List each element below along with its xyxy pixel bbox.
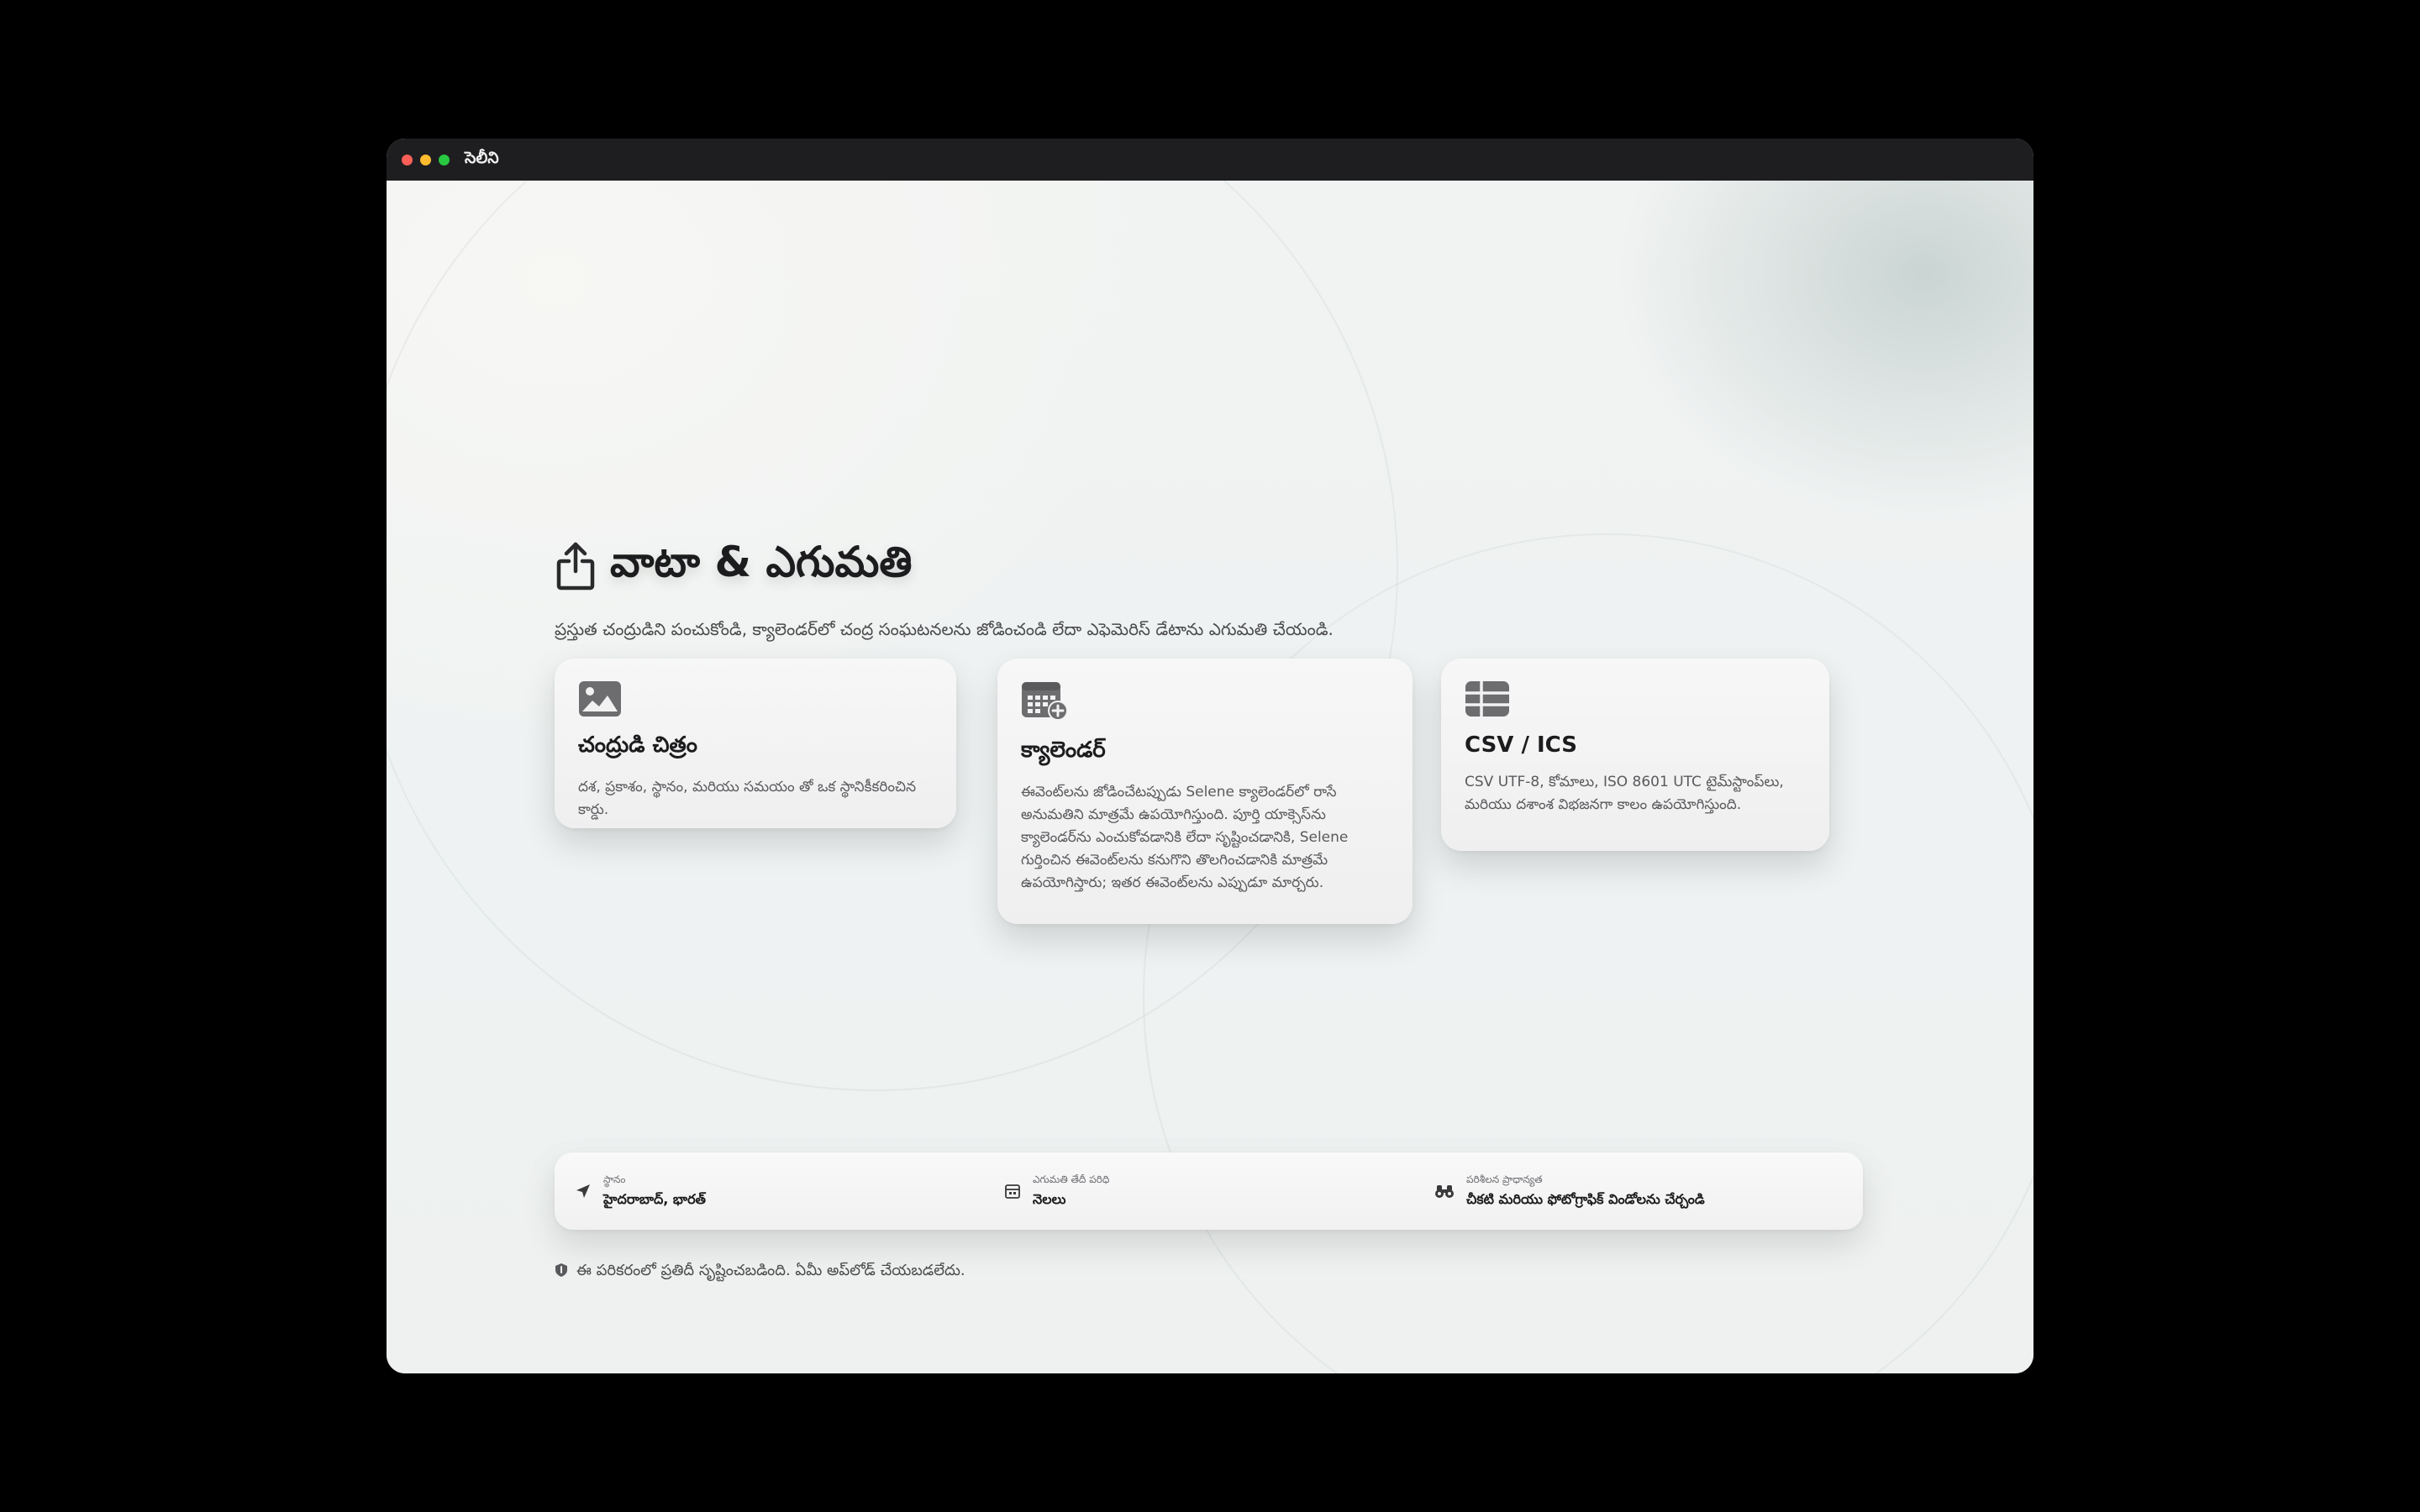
close-window-button[interactable] <box>402 154 413 165</box>
export-range-setting[interactable]: ఎగుమతి తేదీ పరిధి నెలలు <box>1004 1173 1109 1210</box>
calendar-card[interactable]: క్యాలెండర్ ఈవెంట్‌లను జోడించేటప్పుడు Sel… <box>997 659 1413 924</box>
app-window: సెలీని వాటా & ఎగుమతి ప్రస్తుత చంద్రుడిని… <box>387 139 2033 1373</box>
card-description: CSV UTF-8, కోమాలు, ISO 8601 UTC టైమ్‌స్ట… <box>1465 774 1784 813</box>
table-icon <box>1465 681 1510 721</box>
privacy-note: ఈ పరికరంలో ప్రతిదీ సృష్టించబడింది. ఏమీ అ… <box>555 1262 965 1283</box>
export-range-value: నెలలు <box>1033 1191 1066 1207</box>
card-title: చంద్రుడి చిత్రం <box>578 732 697 758</box>
main-content: వాటా & ఎగుమతి ప్రస్తుత చంద్రుడిని పంచుకో… <box>387 181 2033 1373</box>
observing-preference-value: చీకటి మరియు ఫోటోగ్రాఫిక్ విండోలను చేర్చం… <box>1466 1191 1705 1207</box>
title-bar: సెలీని <box>387 139 2033 181</box>
location-value: హైదరాబాద్, భారత్ <box>603 1191 707 1207</box>
window-title: సెలీని <box>465 148 499 167</box>
export-options: చంద్రుడి చిత్రం దశ, ప్రకాశం, స్థానం, మరి… <box>555 659 1865 961</box>
observing-preference-setting[interactable]: పరిశీలన ప్రాధాన్యత చీకటి మరియు ఫోటోగ్రాఫ… <box>1434 1173 1705 1210</box>
calendar-add-icon <box>1021 682 1070 726</box>
card-description: ఈవెంట్‌లను జోడించేటప్పుడు Selene క్యాలెం… <box>1021 784 1349 891</box>
image-icon <box>578 681 622 721</box>
shield-icon <box>555 1263 568 1282</box>
location-setting[interactable]: స్థానం హైదరాబాద్, భారత్ <box>575 1173 706 1210</box>
observing-preference-label: పరిశీలన ప్రాధాన్యత <box>1466 1173 1543 1185</box>
card-description: దశ, ప్రకాశం, స్థానం, మరియు సమయం తో ఒక స్… <box>578 779 917 818</box>
moon-image-card[interactable]: చంద్రుడి చిత్రం దశ, ప్రకాశం, స్థానం, మరి… <box>555 659 956 828</box>
binoculars-icon <box>1434 1183 1455 1203</box>
export-range-label: ఎగుమతి తేదీ పరిధి <box>1033 1173 1110 1185</box>
page-title: వాటా & ఎగుమతి <box>610 538 913 586</box>
location-label: స్థానం <box>603 1173 626 1185</box>
minimize-window-button[interactable] <box>420 154 431 165</box>
export-settings-bar: స్థానం హైదరాబాద్, భారత్ ఎగుమతి తేదీ పరిధ… <box>555 1152 1863 1230</box>
share-icon <box>555 541 597 595</box>
page-subtitle: ప్రస్తుత చంద్రుడిని పంచుకోండి, క్యాలెండర… <box>555 619 1334 639</box>
page-heading: వాటా & ఎగుమతి <box>555 538 1865 597</box>
csv-ics-card[interactable]: CSV / ICS CSV UTF-8, కోమాలు, ISO 8601 UT… <box>1441 659 1829 851</box>
location-arrow-icon <box>575 1183 592 1203</box>
calendar-icon <box>1004 1183 1021 1203</box>
card-title: CSV / ICS <box>1465 732 1577 758</box>
window-controls <box>402 154 450 165</box>
zoom-window-button[interactable] <box>439 154 450 165</box>
privacy-text: ఈ పరికరంలో ప్రతిదీ సృష్టించబడింది. ఏమీ అ… <box>576 1262 965 1279</box>
card-title: క్యాలెండర్ <box>1021 738 1106 763</box>
share-export-section: వాటా & ఎగుమతి ప్రస్తుత చంద్రుడిని పంచుకో… <box>555 538 1865 1279</box>
